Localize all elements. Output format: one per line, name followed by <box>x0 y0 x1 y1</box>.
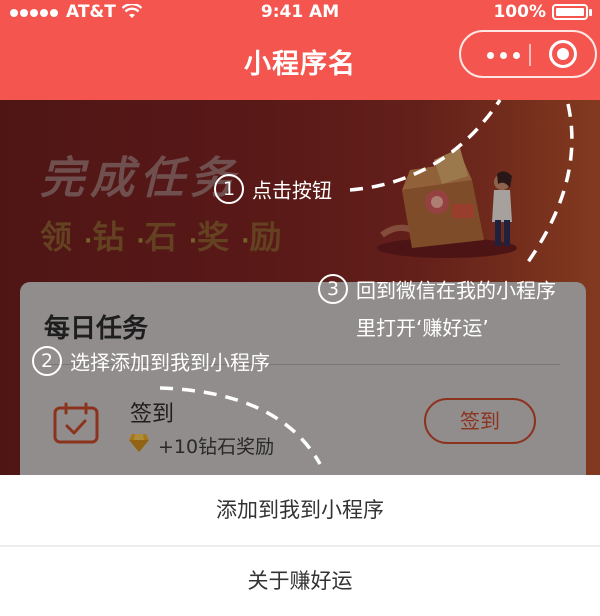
annotation-text: 选择添加到我到小程序 <box>70 350 270 375</box>
add-to-my-mini-programs-option[interactable]: 添加到我到小程序 <box>0 475 600 545</box>
mini-program-capsule <box>459 30 597 78</box>
step-number: 2 <box>32 346 62 376</box>
nav-bar: 小程序名 <box>0 24 600 100</box>
more-dots-icon[interactable] <box>481 44 525 66</box>
battery-status: 100% <box>493 2 592 22</box>
battery-percent: 100% <box>493 2 546 22</box>
status-bar: AT&T 9:41 AM 100% <box>0 0 600 24</box>
annotation-step-2: 2 选择添加到我到小程序 <box>32 346 270 376</box>
target-circle-icon[interactable] <box>549 40 577 68</box>
annotation-step-1: 1 点击按钮 <box>214 174 332 204</box>
capsule-divider <box>529 44 531 66</box>
annotation-text: 里打开‘赚好运’ <box>356 316 489 340</box>
step-number: 1 <box>214 174 244 204</box>
annotation-text: 回到微信在我的小程序 <box>356 278 556 303</box>
step-number: 3 <box>318 274 348 304</box>
annotation-text: 点击按钮 <box>252 178 332 203</box>
action-sheet: 添加到我到小程序 关于赚好运 <box>0 475 600 616</box>
battery-tip <box>589 8 592 16</box>
annotation-step-3: 3 回到微信在我的小程序 里打开‘赚好运’ <box>318 274 556 341</box>
battery-icon <box>552 4 588 20</box>
about-option[interactable]: 关于赚好运 <box>0 547 600 616</box>
